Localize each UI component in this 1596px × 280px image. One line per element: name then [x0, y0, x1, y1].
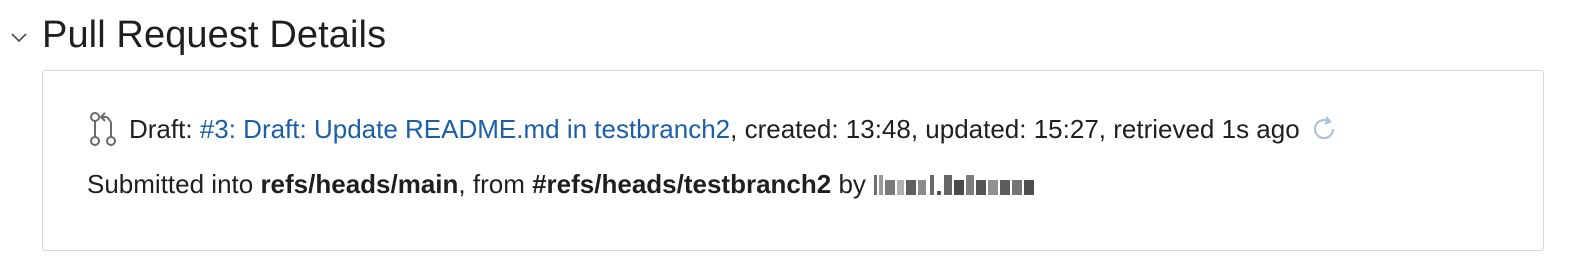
source-ref: #refs/heads/testbranch2 — [532, 168, 832, 199]
by-label: by — [831, 168, 866, 199]
section-header[interactable]: Pull Request Details — [8, 12, 386, 58]
pull-request-panel: Draft: #3: Draft: Update README.md in te… — [42, 70, 1544, 251]
pr-summary-line: Draft: #3: Draft: Update README.md in te… — [87, 109, 1340, 149]
git-pull-request-icon — [87, 109, 119, 149]
pr-status-label: Draft: — [129, 113, 200, 144]
from-label: , from — [458, 168, 533, 199]
target-ref: refs/heads/main — [260, 168, 459, 199]
section-title: Pull Request Details — [42, 13, 387, 56]
submitted-label: Submitted into — [87, 168, 261, 199]
refresh-icon[interactable] — [1308, 113, 1340, 145]
chevron-down-icon[interactable] — [8, 26, 30, 48]
pr-link[interactable]: #3: Draft: Update README.md in testbranc… — [200, 114, 730, 145]
pr-meta: , created: 13:48, updated: 15:27, retrie… — [730, 113, 1300, 144]
author-redacted — [873, 172, 1054, 198]
pr-branches-line: Submitted into refs/heads/main , from #r… — [87, 164, 1054, 204]
